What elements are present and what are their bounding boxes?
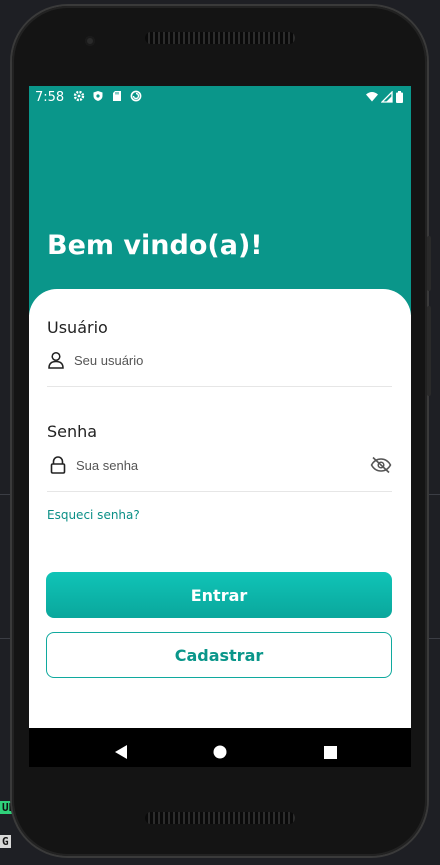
username-label: Usuário	[47, 318, 108, 337]
power-button	[427, 306, 431, 396]
shield-icon	[93, 91, 103, 101]
recents-icon[interactable]	[320, 742, 340, 762]
register-button[interactable]: Cadastrar	[46, 632, 392, 678]
login-button[interactable]: Entrar	[46, 572, 392, 618]
welcome-title: Bem vindo(a)!	[47, 230, 263, 261]
app-screen: 7:58 Bem vindo(a)! Usuário Seu usuário S…	[29, 86, 411, 767]
phone-frame: 7:58 Bem vindo(a)! Usuário Seu usuário S…	[12, 6, 431, 856]
password-divider	[47, 491, 392, 492]
welcome-header: Bem vindo(a)!	[29, 110, 411, 315]
top-speaker	[145, 32, 295, 44]
status-bar: 7:58	[29, 86, 411, 110]
username-divider	[47, 386, 392, 387]
eye-off-icon[interactable]	[370, 456, 392, 474]
password-input[interactable]	[76, 457, 370, 473]
lock-icon	[50, 456, 66, 474]
navigation-bar	[29, 728, 411, 767]
settings-icon	[73, 90, 85, 102]
home-icon[interactable]	[210, 742, 230, 762]
login-card: Usuário Senha	[29, 289, 411, 729]
wifi-icon	[366, 92, 378, 102]
sd-card-icon	[113, 91, 121, 101]
battery-icon	[396, 91, 403, 103]
bottom-speaker	[145, 812, 295, 824]
password-label: Senha	[47, 422, 98, 441]
password-row	[47, 454, 392, 476]
editor-badge: G	[0, 835, 11, 848]
volume-button	[427, 236, 431, 291]
username-row	[47, 349, 392, 371]
user-icon	[48, 351, 64, 369]
status-time: 7:58	[35, 90, 65, 105]
signal-icon	[381, 91, 393, 103]
sync-icon	[130, 90, 142, 102]
front-camera	[85, 36, 95, 46]
forgot-password-link[interactable]: Esqueci senha?	[47, 508, 140, 522]
username-input[interactable]	[74, 352, 392, 368]
back-icon[interactable]	[111, 742, 131, 762]
